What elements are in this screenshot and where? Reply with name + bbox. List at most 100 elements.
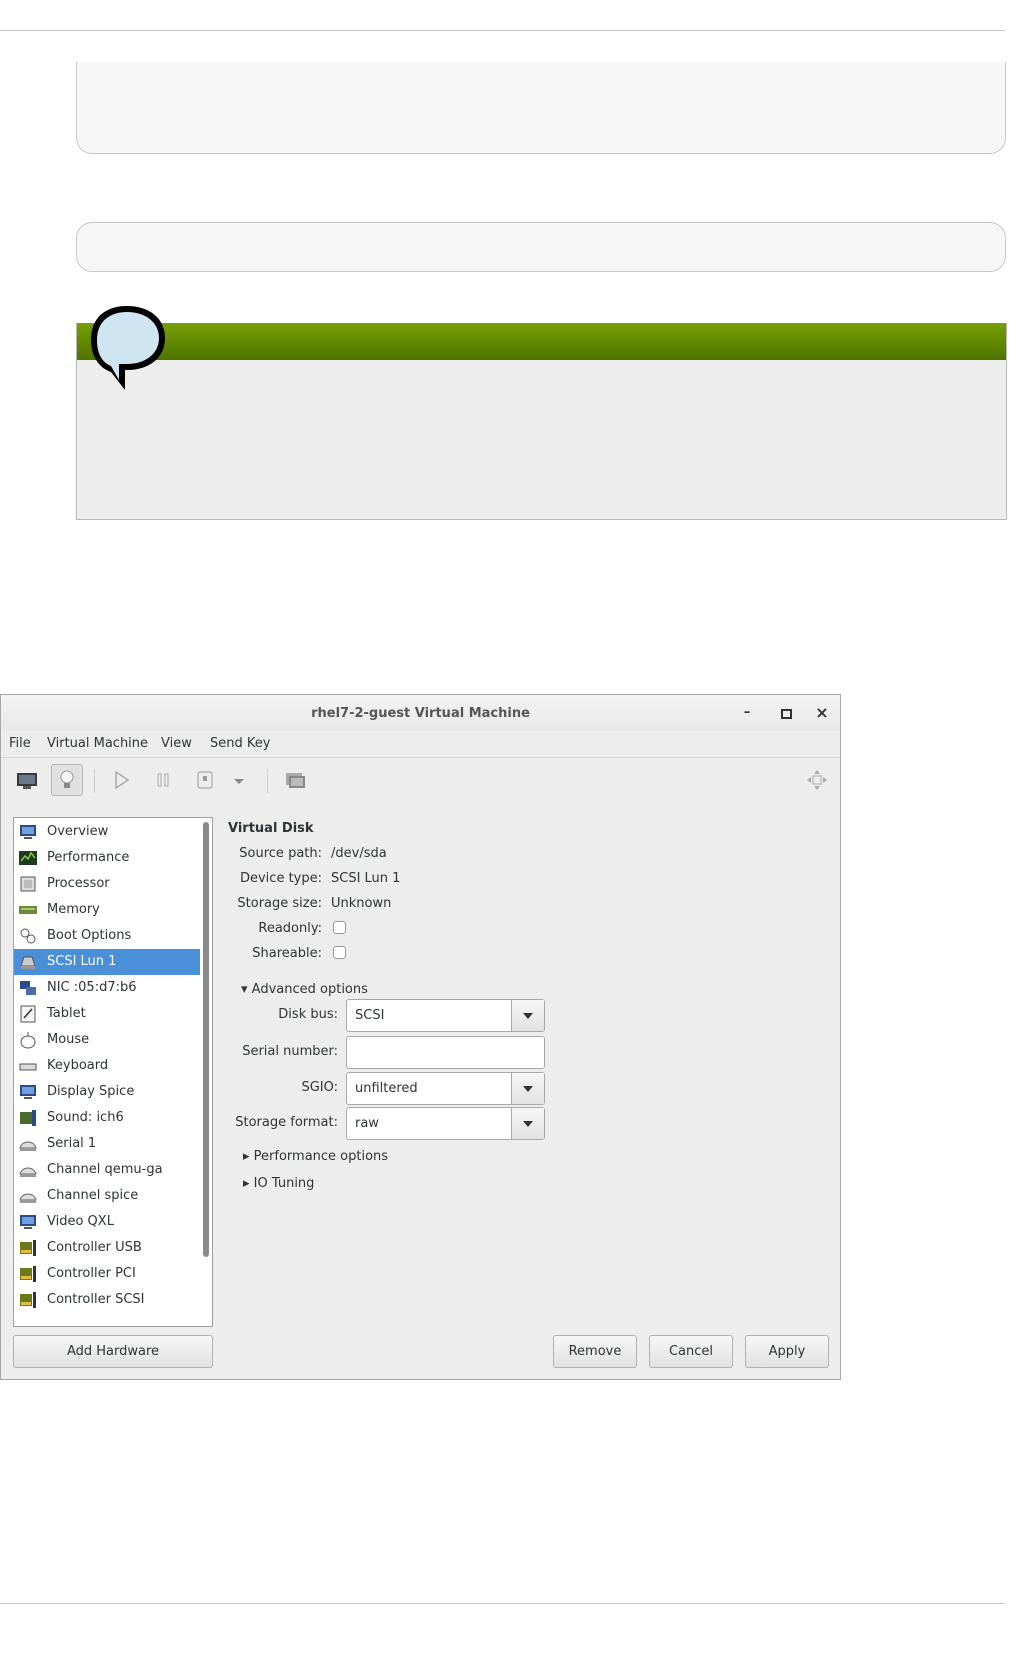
channel-icon xyxy=(19,1167,37,1177)
sidebar-item-label: Memory xyxy=(47,902,100,917)
snapshots-icon xyxy=(286,773,305,788)
dropdown-arrow-icon[interactable] xyxy=(511,1000,544,1031)
sidebar-item-channel-spice[interactable]: Channel spice xyxy=(14,1183,200,1209)
serial-icon xyxy=(19,1141,37,1151)
storage-size-value: Unknown xyxy=(331,896,392,911)
pause-icon xyxy=(157,773,169,787)
sidebar-item-label: Channel qemu-ga xyxy=(47,1162,163,1177)
hardware-list[interactable]: Controller SCSI Controller PCI Controller … xyxy=(13,817,213,1327)
serial-number-input[interactable] xyxy=(346,1036,545,1069)
sidebar-item-label: Performance xyxy=(47,850,130,865)
sidebar-item-label: Boot Options xyxy=(47,928,132,943)
disk-icon xyxy=(20,956,36,969)
sidebar-item-performance[interactable]: Performance xyxy=(14,845,200,871)
shutdown-button[interactable] xyxy=(189,764,221,796)
dropdown-arrow-icon[interactable] xyxy=(511,1073,544,1104)
advanced-options-label: Advanced options xyxy=(251,982,368,997)
tablet-icon xyxy=(20,1005,36,1023)
keyboard-icon xyxy=(19,1063,37,1071)
pause-button[interactable] xyxy=(147,764,179,796)
sidebar-item-keyboard[interactable]: Keyboard xyxy=(14,1053,200,1079)
show-details-button[interactable] xyxy=(51,764,83,796)
toolbar-separator xyxy=(94,769,95,793)
sidebar-item-tablet[interactable]: Tablet xyxy=(14,1001,200,1027)
power-icon xyxy=(197,771,213,789)
shutdown-menu-button[interactable] xyxy=(227,764,251,796)
sidebar-item-controller-usb[interactable]: Controller USB xyxy=(14,1235,200,1261)
sidebar-item-label: Serial 1 xyxy=(47,1136,97,1151)
menu-virtual-machine[interactable]: Virtual Machine xyxy=(47,736,148,751)
gears-icon xyxy=(20,928,36,944)
snapshots-button[interactable] xyxy=(279,764,311,796)
sidebar-item-controller-scsi[interactable]: Controller SCSI xyxy=(14,1287,200,1313)
controller-icon xyxy=(20,1240,36,1256)
sidebar-item-label: NIC :05:d7:b6 xyxy=(47,980,137,995)
menu-file[interactable]: File xyxy=(9,736,31,751)
storage-format-label: Storage format: xyxy=(235,1115,338,1130)
sidebar-item-label: Keyboard xyxy=(47,1058,109,1073)
note-box xyxy=(76,306,1007,520)
run-button[interactable] xyxy=(105,764,137,796)
sgio-select[interactable]: unfiltered xyxy=(346,1072,545,1105)
menu-view[interactable]: View xyxy=(161,736,192,751)
source-path-value: /dev/sda xyxy=(331,846,387,861)
sidebar-item-scsi-lun-1[interactable]: SCSI Lun 1 xyxy=(14,949,200,975)
performance-options-expander[interactable]: ▸ Performance options xyxy=(243,1149,388,1164)
sidebar-item-overview[interactable]: Overview xyxy=(14,819,200,845)
collapsed-arrow-icon: ▸ xyxy=(243,1176,250,1191)
mouse-icon xyxy=(20,1032,36,1049)
sidebar-item-mouse[interactable]: Mouse xyxy=(14,1027,200,1053)
sidebar-item-video-qxl[interactable]: Video QXL xyxy=(14,1209,200,1235)
sidebar-item-processor[interactable]: Processor xyxy=(14,871,200,897)
sidebar-item-sound-ich6[interactable]: Sound: ich6 xyxy=(14,1105,200,1131)
shareable-label: Shareable: xyxy=(252,946,322,961)
menu-send-key[interactable]: Send Key xyxy=(210,736,270,751)
sidebar-item-channel-qemu-ga[interactable]: Channel qemu-ga xyxy=(14,1157,200,1183)
sidebar-item-nic-05-d7-b6[interactable]: NIC :05:d7:b6 xyxy=(14,975,200,1001)
shareable-checkbox[interactable] xyxy=(333,946,346,959)
apply-button[interactable]: Apply xyxy=(745,1335,829,1368)
fullscreen-button[interactable] xyxy=(801,764,833,796)
sidebar-item-memory[interactable]: Memory xyxy=(14,897,200,923)
minimize-button[interactable]: – xyxy=(737,703,757,723)
network-icon xyxy=(20,981,36,995)
chevron-down-icon xyxy=(234,779,244,784)
advanced-options-expander[interactable]: ▾ Advanced options xyxy=(241,982,368,997)
disk-bus-label: Disk bus: xyxy=(278,1007,338,1022)
monitor-icon xyxy=(17,773,37,789)
maximize-icon xyxy=(780,709,792,719)
processor-icon xyxy=(20,876,36,892)
section-title: Virtual Disk xyxy=(228,821,314,836)
speech-bubble-icon xyxy=(91,306,165,390)
dropdown-arrow-icon[interactable] xyxy=(511,1108,544,1139)
play-icon xyxy=(115,770,130,790)
sidebar-item-label: Controller USB xyxy=(47,1240,142,1255)
note-header-bar xyxy=(77,323,1006,360)
add-hardware-button[interactable]: Add Hardware xyxy=(13,1335,213,1368)
fullscreen-icon xyxy=(807,770,827,790)
sidebar-item-boot-options[interactable]: Boot Options xyxy=(14,923,200,949)
sidebar-item-controller-pci[interactable]: Controller PCI xyxy=(14,1261,200,1287)
sidebar-item-serial-1[interactable]: Serial 1 xyxy=(14,1131,200,1157)
storage-format-select[interactable]: raw xyxy=(346,1107,545,1140)
top-rule xyxy=(0,30,1005,31)
sidebar-item-label: Channel spice xyxy=(47,1188,139,1203)
collapsed-arrow-icon: ▸ xyxy=(243,1149,250,1164)
menu-bar: File Virtual Machine View Send Key xyxy=(1,731,840,757)
code-block xyxy=(76,62,1006,154)
show-console-button[interactable] xyxy=(11,764,43,796)
sidebar-item-display-spice[interactable]: Display Spice xyxy=(14,1079,200,1105)
list-scrollbar[interactable] xyxy=(203,822,209,1257)
maximize-button[interactable] xyxy=(776,703,796,723)
remove-button[interactable]: Remove xyxy=(553,1335,637,1368)
sidebar-item-label: Overview xyxy=(47,824,109,839)
io-tuning-expander[interactable]: ▸ IO Tuning xyxy=(243,1176,314,1191)
sidebar-item-label: Mouse xyxy=(47,1032,90,1047)
sidebar-item-label: Processor xyxy=(47,876,110,891)
cancel-button[interactable]: Cancel xyxy=(649,1335,733,1368)
readonly-checkbox[interactable] xyxy=(333,921,346,934)
display-icon xyxy=(20,1085,36,1099)
close-button[interactable]: × xyxy=(812,703,832,723)
sidebar-item-label: Sound: ich6 xyxy=(47,1110,124,1125)
disk-bus-select[interactable]: SCSI xyxy=(346,999,545,1032)
